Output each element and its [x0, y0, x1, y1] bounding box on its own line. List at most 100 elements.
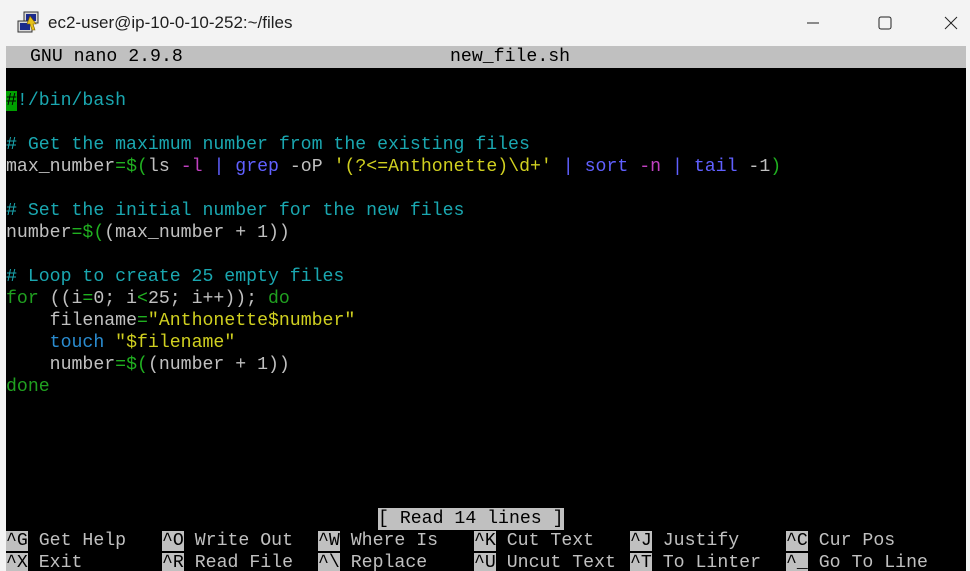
shebang: !/bin/bash — [16, 91, 127, 111]
token-op: = — [115, 157, 127, 177]
shortcut-label: Cut Text — [506, 531, 595, 551]
code-line-6[interactable]: # Set the initial number for the new fil… — [6, 200, 464, 222]
shortcut-to-linter[interactable]: ^T To Linter — [630, 552, 761, 571]
token-pipe: | — [562, 157, 574, 177]
token-cmd: ls — [147, 157, 170, 177]
token-keyword: do — [268, 289, 290, 309]
shortcut-key: ^K — [474, 531, 496, 551]
token-cmd: tail — [693, 157, 738, 177]
token-pipe: | — [671, 157, 683, 177]
token-sub: $( — [126, 355, 148, 375]
token-cmd: grep — [235, 157, 279, 177]
shortcut-label: Cur Pos — [818, 531, 896, 551]
token-op: < — [137, 289, 148, 309]
shortcut-write-out[interactable]: ^O Write Out — [162, 530, 293, 552]
maximize-icon — [878, 16, 892, 30]
token-pipe: | — [213, 157, 225, 177]
code-line-11[interactable]: filename="Anthonette$number" — [6, 310, 356, 332]
status-message: [ Read 14 lines ] — [378, 508, 564, 530]
shortcut-label: Uncut Text — [506, 553, 616, 571]
token-str: "Anthonette$number" — [147, 311, 356, 331]
shortcut-key: ^G — [6, 531, 28, 551]
token-str: "$filename" — [115, 333, 236, 353]
shortcut-key: ^J — [630, 531, 652, 551]
token-expr: ((i — [49, 289, 83, 309]
maximize-button[interactable] — [862, 0, 908, 46]
code-line-10[interactable]: for ((i=0; i<25; i++)); do — [6, 288, 290, 310]
code-line-12[interactable]: touch "$filename" — [6, 332, 236, 354]
code-line-9[interactable]: # Loop to create 25 empty files — [6, 266, 344, 288]
shortcut-key: ^R — [162, 553, 184, 571]
token-opt: -1 — [748, 157, 771, 177]
comment: # Loop to create 25 empty files — [6, 267, 345, 287]
shortcut-key: ^_ — [786, 553, 808, 571]
shortcut-label: Justify — [662, 531, 740, 551]
shortcut-label: Get Help — [38, 531, 127, 551]
shortcut-uncut-text[interactable]: ^U Uncut Text — [474, 552, 616, 571]
window-titlebar[interactable]: ec2-user@ip-10-0-10-252:~/files — [0, 0, 970, 46]
token-opt: -oP — [289, 157, 323, 177]
token-expr: 25; i++)); — [147, 289, 268, 309]
shortcut-replace[interactable]: ^\ Replace — [318, 552, 427, 571]
comment: # Set the initial number for the new fil… — [6, 201, 465, 221]
token-sub: ) — [770, 157, 782, 177]
shortcut-cut-text[interactable]: ^K Cut Text — [474, 530, 594, 552]
code-line-13[interactable]: number=$((number + 1)) — [6, 354, 290, 376]
token-op: = — [137, 311, 148, 331]
terminal-area[interactable]: GNU nano 2.9.8 new_file.sh #!/bin/bash #… — [6, 46, 966, 571]
token-expr: (number + 1)) — [147, 355, 290, 375]
nano-header: GNU nano 2.9.8 new_file.sh — [6, 46, 966, 68]
nano-filename: new_file.sh — [450, 47, 571, 67]
shortcut-key: ^X — [6, 553, 28, 571]
token-str: '(?<=Anthonette)\d+' — [333, 157, 552, 177]
shortcut-label: To Linter — [662, 553, 761, 571]
minimize-icon — [807, 22, 819, 24]
minimize-button[interactable] — [790, 0, 836, 46]
shortcut-label: Where Is — [350, 531, 439, 551]
shortcut-key: ^U — [474, 553, 496, 571]
shortcut-justify[interactable]: ^J Justify — [630, 530, 739, 552]
shortcut-get-help[interactable]: ^G Get Help — [6, 530, 126, 552]
shortcut-key: ^O — [162, 531, 184, 551]
code-line-7[interactable]: number=$((max_number + 1)) — [6, 222, 290, 244]
shortcut-label: Go To Line — [818, 553, 928, 571]
token-keyword: done — [6, 377, 50, 397]
token-opt: -l — [180, 157, 203, 177]
code-line-3[interactable]: # Get the maximum number from the existi… — [6, 134, 530, 156]
shortcut-cur-pos[interactable]: ^C Cur Pos — [786, 530, 895, 552]
shortcut-go-to-line[interactable]: ^_ Go To Line — [786, 552, 928, 571]
token-var: number — [49, 355, 116, 375]
code-line-14[interactable]: done — [6, 376, 50, 398]
token-sub: $( — [126, 157, 148, 177]
shortcut-label: Replace — [350, 553, 428, 571]
shortcut-key: ^C — [786, 531, 808, 551]
token-var: number — [6, 223, 72, 243]
shortcut-key: ^W — [318, 531, 340, 551]
putty-terminal-icon[interactable] — [16, 10, 42, 36]
shortcut-exit[interactable]: ^X Exit — [6, 552, 82, 571]
shortcut-where-is[interactable]: ^W Where Is — [318, 530, 438, 552]
token-op: = — [115, 355, 127, 375]
code-line-4[interactable]: max_number=$(ls -l | grep -oP '(?<=Antho… — [6, 156, 781, 178]
shortcut-label: Exit — [38, 553, 83, 571]
token-opt: -n — [639, 157, 662, 177]
window-title: ec2-user@ip-10-0-10-252:~/files — [48, 13, 293, 32]
shortcut-key: ^T — [630, 553, 652, 571]
token-sub: $( — [82, 223, 105, 243]
token-op: = — [82, 289, 94, 309]
nano-version: GNU nano 2.9.8 — [30, 47, 183, 67]
shortcut-read-file[interactable]: ^R Read File — [162, 552, 293, 571]
close-icon — [944, 16, 958, 30]
token-var: filename — [49, 311, 137, 331]
shortcut-key: ^\ — [318, 553, 340, 571]
token-op: = — [71, 223, 83, 243]
comment: # Get the maximum number from the existi… — [6, 135, 530, 155]
code-line-1[interactable]: #!/bin/bash — [6, 90, 126, 112]
close-button[interactable] — [928, 0, 970, 46]
text-cursor: # — [6, 91, 17, 111]
shortcut-label: Write Out — [194, 531, 293, 551]
token-keyword: for — [6, 289, 39, 309]
token-cmd: sort — [584, 157, 629, 177]
shortcut-label: Read File — [194, 553, 293, 571]
token-var: max_number — [6, 157, 116, 177]
